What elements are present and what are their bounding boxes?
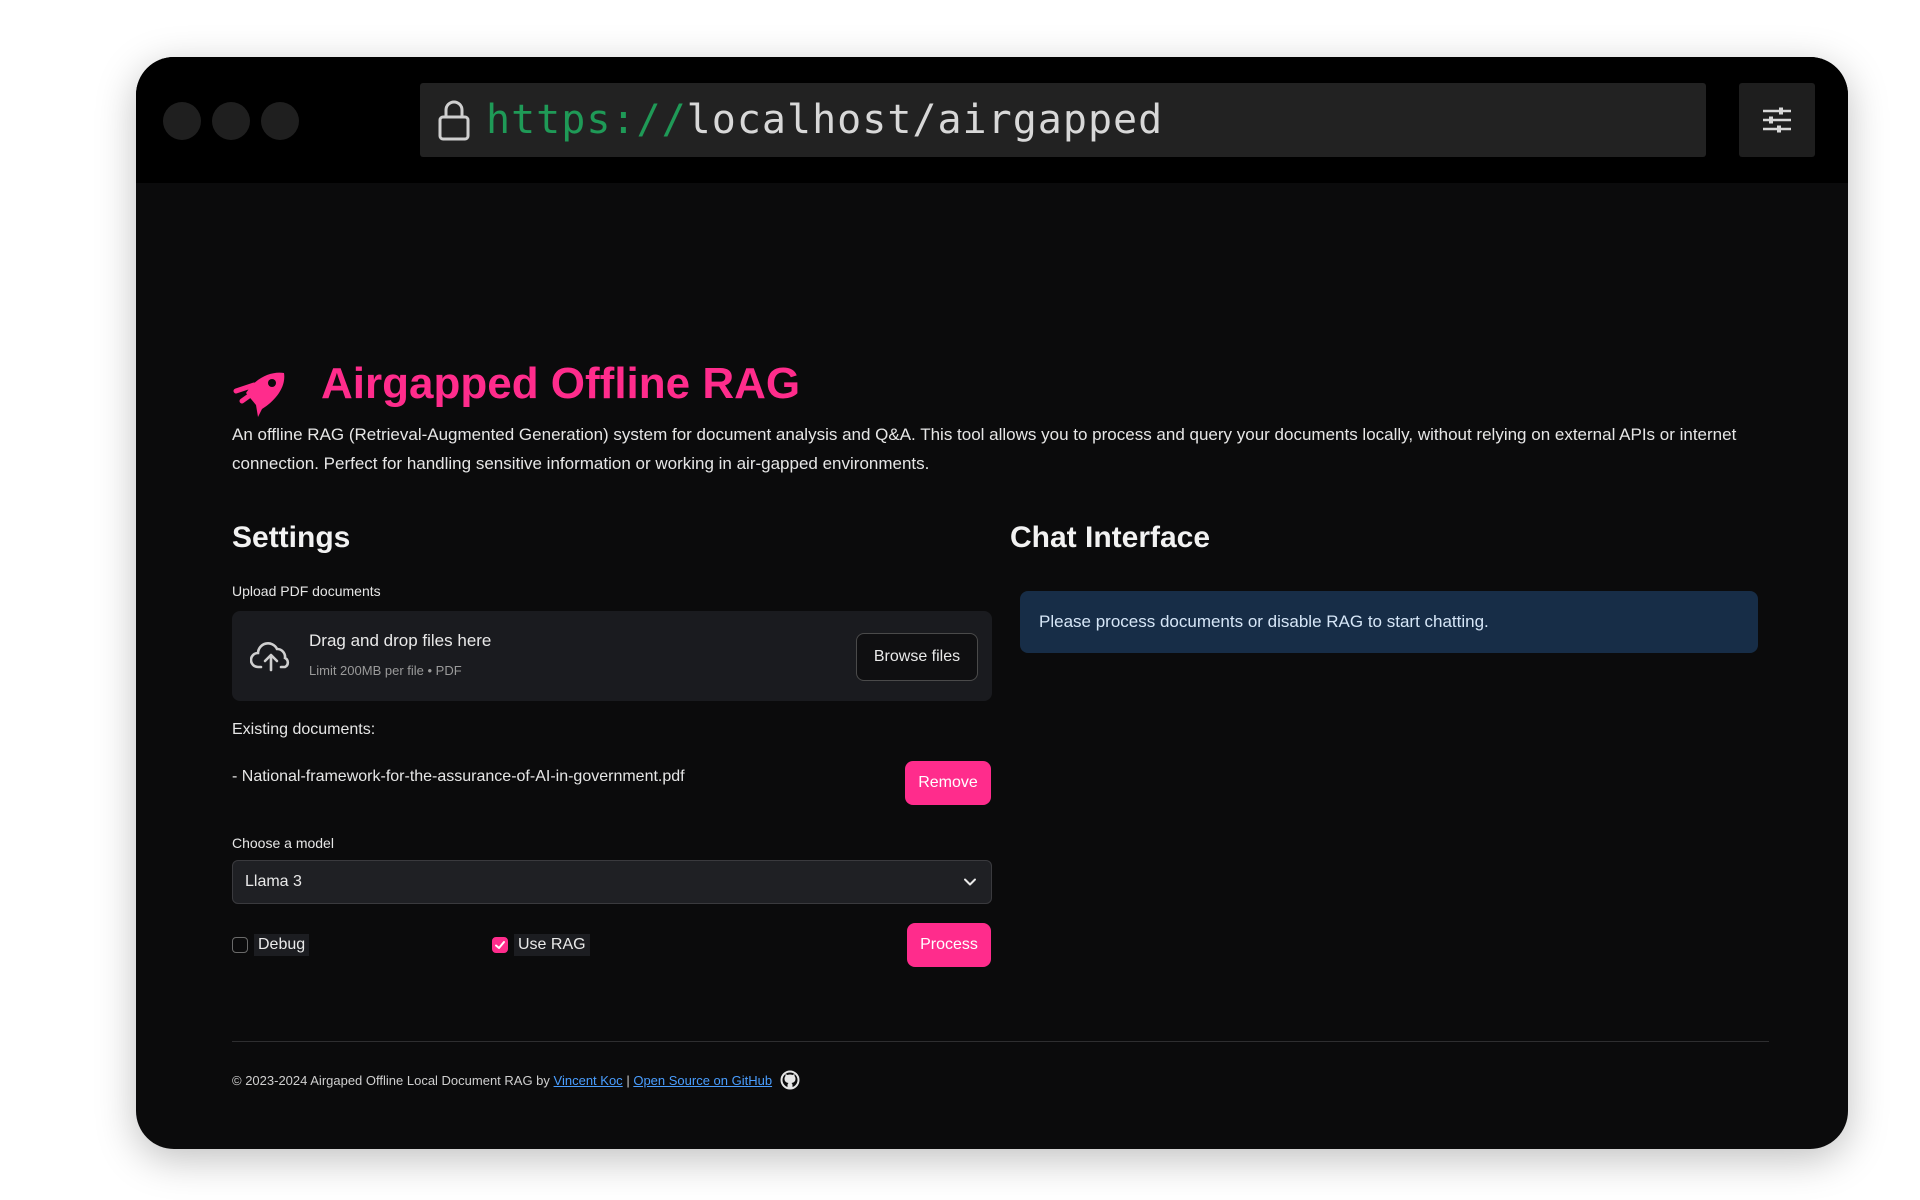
- window-close-dot[interactable]: [163, 102, 201, 140]
- use-rag-checkbox[interactable]: Use RAG: [492, 930, 590, 960]
- footer-divider: [232, 1041, 1769, 1042]
- upload-label: Upload PDF documents: [232, 583, 381, 599]
- model-select-value: Llama 3: [245, 873, 302, 890]
- chat-info-text: Please process documents or disable RAG …: [1039, 612, 1489, 631]
- github-link[interactable]: Open Source on GitHub: [633, 1073, 772, 1088]
- debug-checkbox[interactable]: Debug: [232, 930, 310, 960]
- lock-icon: [438, 100, 470, 141]
- chat-heading: Chat Interface: [1010, 521, 1211, 554]
- settings-sliders-icon: [1763, 107, 1791, 133]
- address-url: https://localhost/airgapped: [486, 97, 1163, 143]
- footer-separator: |: [626, 1072, 630, 1088]
- window-minimize-dot[interactable]: [212, 102, 250, 140]
- author-link[interactable]: Vincent Koc: [554, 1073, 623, 1088]
- model-select[interactable]: Llama 3: [232, 860, 992, 904]
- cloud-upload-icon: [250, 642, 290, 672]
- document-item: - National-framework-for-the-assurance-o…: [232, 768, 685, 785]
- url-path: localhost/airgapped: [686, 97, 1164, 143]
- footer-copyright: © 2023-2024 Airgaped Offline Local Docum…: [232, 1072, 550, 1088]
- existing-documents-label: Existing documents:: [232, 721, 376, 738]
- remove-button[interactable]: Remove: [905, 761, 991, 805]
- window-maximize-dot[interactable]: [261, 102, 299, 140]
- url-scheme: https://: [486, 97, 687, 143]
- debug-checkbox-box[interactable]: [232, 937, 248, 953]
- use-rag-checkbox-label: Use RAG: [514, 934, 590, 956]
- footer: © 2023-2024 Airgaped Offline Local Docum…: [232, 1070, 800, 1090]
- browse-files-button[interactable]: Browse files: [856, 633, 978, 681]
- page-content: Airgapped Offline RAG An offline RAG (Re…: [136, 183, 1848, 1149]
- file-dropzone[interactable]: Drag and drop files here Limit 200MB per…: [232, 611, 992, 701]
- dropzone-title: Drag and drop files here: [309, 631, 492, 650]
- use-rag-checkbox-box[interactable]: [492, 937, 508, 953]
- check-icon: [495, 941, 505, 949]
- settings-heading: Settings: [232, 521, 351, 554]
- model-label: Choose a model: [232, 835, 334, 851]
- browser-titlebar: https://localhost/airgapped: [136, 57, 1848, 183]
- process-button[interactable]: Process: [907, 923, 991, 967]
- app-description: An offline RAG (Retrieval-Augmented Gene…: [232, 425, 1737, 473]
- rocket-logo-icon: [233, 372, 285, 417]
- chat-info-alert: Please process documents or disable RAG …: [1020, 591, 1758, 653]
- github-icon[interactable]: [780, 1070, 800, 1090]
- app-title: Airgapped Offline RAG: [321, 359, 801, 408]
- browser-menu-button[interactable]: [1739, 83, 1815, 157]
- dropzone-limit: Limit 200MB per file • PDF: [309, 663, 462, 678]
- browser-window: https://localhost/airgapped Airgapped Of…: [136, 57, 1848, 1149]
- chevron-down-icon: [964, 878, 976, 886]
- address-bar[interactable]: https://localhost/airgapped: [420, 83, 1706, 157]
- debug-checkbox-label: Debug: [254, 934, 310, 956]
